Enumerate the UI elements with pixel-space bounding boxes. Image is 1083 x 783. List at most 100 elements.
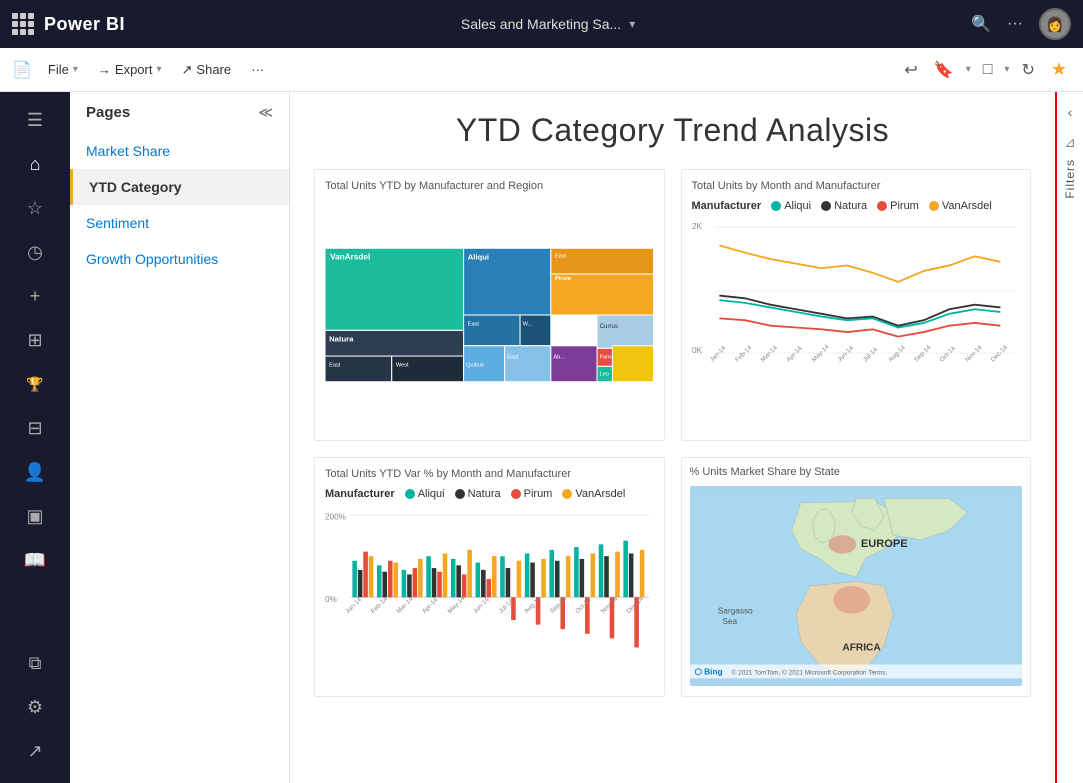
sidebar-item-monitor[interactable]: ▣: [15, 496, 55, 536]
search-icon[interactable]: 🔍: [971, 14, 991, 34]
export-button[interactable]: → Export ▾: [90, 58, 170, 81]
sidebar-item-home[interactable]: ⌂: [15, 144, 55, 184]
svg-text:Ab...: Ab...: [553, 355, 565, 361]
topbar-right: 🔍 ··· 👩: [971, 8, 1071, 40]
toolbar-right: ↩ 🔖 ▾ □ ▾ ↻ ★: [900, 55, 1071, 84]
sidebar-item-goals[interactable]: 🏆: [15, 364, 55, 404]
svg-text:Currus: Currus: [600, 323, 618, 330]
topbar-center: Sales and Marketing Sa... ▾: [135, 16, 961, 32]
bar-aliqui-dot: [405, 489, 415, 499]
report-title: Sales and Marketing Sa...: [461, 16, 621, 32]
pages-collapse-button[interactable]: ≪: [258, 104, 273, 121]
page-item-sentiment[interactable]: Sentiment: [70, 205, 289, 241]
svg-text:East: East: [507, 355, 519, 361]
svg-text:W...: W...: [523, 321, 533, 327]
page-title: YTD Category Trend Analysis: [314, 112, 1031, 149]
svg-text:Jan-14: Jan-14: [344, 596, 363, 615]
svg-text:Nov-14: Nov-14: [964, 344, 984, 364]
svg-text:May-14: May-14: [446, 595, 466, 615]
sidebar-item-expand[interactable]: ↗: [15, 731, 55, 771]
sidebar-item-learn[interactable]: 📖: [15, 540, 55, 580]
line-legend-pirum: Pirum: [877, 200, 919, 212]
treemap-container: VanArsdel East Aliqui East W...: [325, 200, 654, 430]
bar-chart-panel[interactable]: Total Units YTD Var % by Month and Manuf…: [314, 457, 665, 697]
bar-legend-natura: Natura: [455, 488, 501, 500]
svg-text:Sep-14: Sep-14: [912, 344, 932, 364]
bar-chart-legend: Manufacturer Aliqui Natura Pirum: [325, 488, 654, 500]
toolbar: 📄 File ▾ → Export ▾ ↗ Share ··· ↩ 🔖 ▾ □ …: [0, 48, 1083, 92]
map-container: EUROPE AFRICA Sargasso Sea ⬡ Bing © 2021…: [690, 486, 1023, 686]
svg-text:Jan-14: Jan-14: [708, 345, 727, 364]
vanarsdel-dot: [929, 201, 939, 211]
page-item-ytd-category[interactable]: YTD Category: [70, 169, 289, 205]
svg-text:Leo: Leo: [600, 372, 609, 378]
svg-text:Natura: Natura: [329, 335, 354, 344]
charts-grid: Total Units YTD by Manufacturer and Regi…: [314, 169, 1031, 697]
line-chart-panel[interactable]: Total Units by Month and Manufacturer Ma…: [681, 169, 1032, 441]
page-item-market-share[interactable]: Market Share: [70, 133, 289, 169]
aliqui-dot: [771, 201, 781, 211]
avatar[interactable]: 👩: [1039, 8, 1071, 40]
refresh-button[interactable]: ↻: [1017, 56, 1038, 84]
svg-text:Aug-14: Aug-14: [887, 344, 907, 364]
more-icon[interactable]: ···: [1007, 15, 1023, 33]
sidebar-item-settings[interactable]: ⚙: [15, 687, 55, 727]
line-legend-natura: Natura: [821, 200, 867, 212]
sidebar-item-recent[interactable]: ◷: [15, 232, 55, 272]
svg-text:Aliqui: Aliqui: [468, 253, 489, 262]
map-svg: EUROPE AFRICA Sargasso Sea ⬡ Bing © 2021…: [690, 486, 1023, 686]
bar-chart-container: 200% 0%: [325, 506, 654, 686]
svg-text:East: East: [329, 362, 341, 368]
treemap-title: Total Units YTD by Manufacturer and Regi…: [325, 180, 654, 192]
view-button[interactable]: □: [979, 57, 997, 83]
star-button[interactable]: ★: [1047, 55, 1071, 84]
bar-legend-aliqui: Aliqui: [405, 488, 445, 500]
sidebar-item-create[interactable]: +: [15, 276, 55, 316]
file-button[interactable]: File ▾: [40, 58, 86, 81]
pages-header: Pages ≪: [70, 104, 289, 133]
content-area: YTD Category Trend Analysis Total Units …: [290, 92, 1055, 783]
sargasso-label: Sargasso: [717, 606, 752, 616]
report-title-chevron[interactable]: ▾: [629, 17, 635, 31]
svg-text:East: East: [468, 321, 480, 327]
map-panel[interactable]: % Units Market Share by State: [681, 457, 1032, 697]
sidebar-item-hamburger[interactable]: ☰: [15, 100, 55, 140]
bar-chart-title: Total Units YTD Var % by Month and Manuf…: [325, 468, 654, 480]
bookmark-chevron[interactable]: ▾: [966, 64, 971, 75]
sidebar-item-workspaces[interactable]: ⊟: [15, 408, 55, 448]
svg-text:© 2021 TomTom, © 2021 Microsof: © 2021 TomTom, © 2021 Microsoft Corporat…: [731, 669, 887, 677]
sidebar-item-apps[interactable]: ⊞: [15, 320, 55, 360]
view-chevron[interactable]: ▾: [1004, 64, 1009, 75]
filters-panel: ‹ ⊿ Filters: [1055, 92, 1083, 783]
svg-text:West: West: [396, 362, 409, 368]
file-icon: 📄: [12, 60, 32, 80]
filters-toggle-button[interactable]: ‹: [1068, 96, 1073, 128]
bar-legend-vanarsdel: VanArsdel: [562, 488, 625, 500]
svg-text:0K: 0K: [692, 346, 703, 355]
more-options-button[interactable]: ···: [243, 58, 272, 81]
svg-text:Mar-14: Mar-14: [759, 344, 779, 364]
svg-text:Oct-14: Oct-14: [574, 596, 593, 615]
undo-button[interactable]: ↩: [900, 56, 921, 84]
svg-text:Nov-14: Nov-14: [600, 595, 620, 615]
bar-vanarsdel-dot: [562, 489, 572, 499]
filters-label: Filters: [1063, 159, 1077, 199]
treemap-panel[interactable]: Total Units YTD by Manufacturer and Regi…: [314, 169, 665, 441]
africa-label: AFRICA: [842, 643, 881, 654]
svg-text:Mar-14: Mar-14: [395, 596, 415, 616]
sidebar-item-people[interactable]: 👤: [15, 452, 55, 492]
sidebar-item-datahub[interactable]: ⧉: [15, 643, 55, 683]
sidebar-bottom: ⧉ ⚙ ↗: [15, 643, 55, 783]
bar-natura-dot: [455, 489, 465, 499]
page-item-growth-opportunities[interactable]: Growth Opportunities: [70, 241, 289, 277]
line-chart-container: 2K 0K: [692, 218, 1021, 398]
svg-text:Dec-14: Dec-14: [989, 344, 1009, 364]
filters-funnel-icon: ⊿: [1064, 134, 1076, 151]
pages-panel: Pages ≪ Market Share YTD Category Sentim…: [70, 92, 290, 783]
app-grid-button[interactable]: [12, 13, 34, 35]
sidebar-item-favorites[interactable]: ☆: [15, 188, 55, 228]
bar-legend-pirum: Pirum: [511, 488, 553, 500]
bookmark-button[interactable]: 🔖: [930, 56, 958, 84]
svg-text:Oct-14: Oct-14: [938, 345, 957, 364]
share-button[interactable]: ↗ Share: [174, 58, 240, 82]
